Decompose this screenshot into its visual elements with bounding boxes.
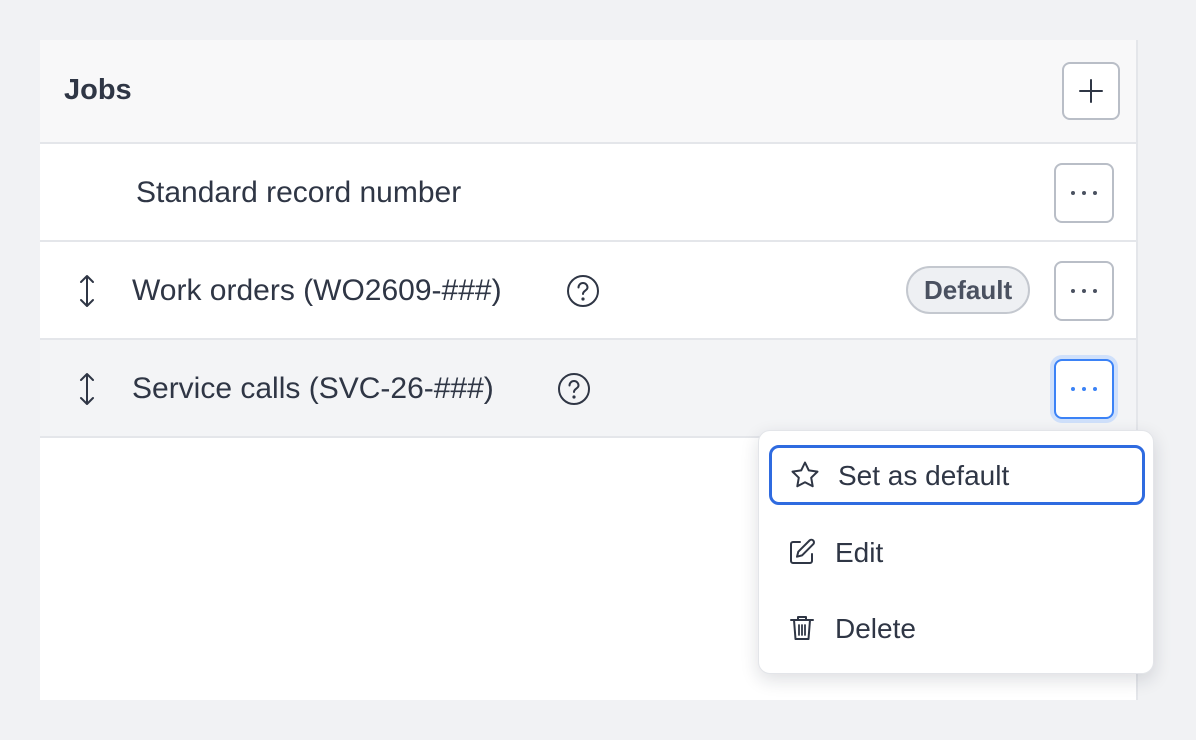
menu-item-label: Set as default (838, 460, 1010, 491)
list-item[interactable]: Service calls (SVC-26-###) (40, 340, 1136, 438)
list-item[interactable]: Work orders (WO2609-###) Default (40, 242, 1136, 340)
row-label: Standard record number (136, 176, 462, 209)
more-button[interactable] (1054, 261, 1114, 321)
more-horizontal-icon (1071, 289, 1097, 293)
edit-icon (790, 538, 815, 564)
more-button[interactable] (1054, 359, 1114, 419)
row-label: Work orders (WO2609-###) (132, 274, 502, 307)
panel-header: Jobs (40, 40, 1136, 144)
row-label: Service calls (SVC-26-###) (132, 372, 494, 405)
question-circle-icon[interactable] (566, 274, 600, 308)
plus-icon (1079, 79, 1103, 103)
menu-item-label: Delete (835, 613, 916, 644)
menu-item-delete[interactable]: Delete (769, 599, 1145, 659)
row-actions-menu: Set as default Edit Delete (758, 430, 1154, 674)
default-badge: Default (906, 266, 1031, 314)
menu-item-edit[interactable]: Edit (769, 523, 1145, 583)
list-item[interactable]: Standard record number (40, 144, 1136, 242)
panel-title: Jobs (64, 74, 132, 106)
star-icon (791, 461, 819, 488)
menu-item-set-default[interactable]: Set as default (769, 445, 1145, 505)
question-circle-icon[interactable] (557, 372, 591, 406)
add-button[interactable] (1062, 62, 1120, 120)
menu-item-label: Edit (835, 537, 884, 568)
more-button[interactable] (1054, 163, 1114, 223)
more-horizontal-icon (1071, 387, 1097, 391)
drag-vertical-icon[interactable] (76, 274, 98, 308)
drag-vertical-icon[interactable] (76, 372, 98, 406)
more-horizontal-icon (1071, 191, 1097, 195)
trash-icon (790, 616, 814, 640)
